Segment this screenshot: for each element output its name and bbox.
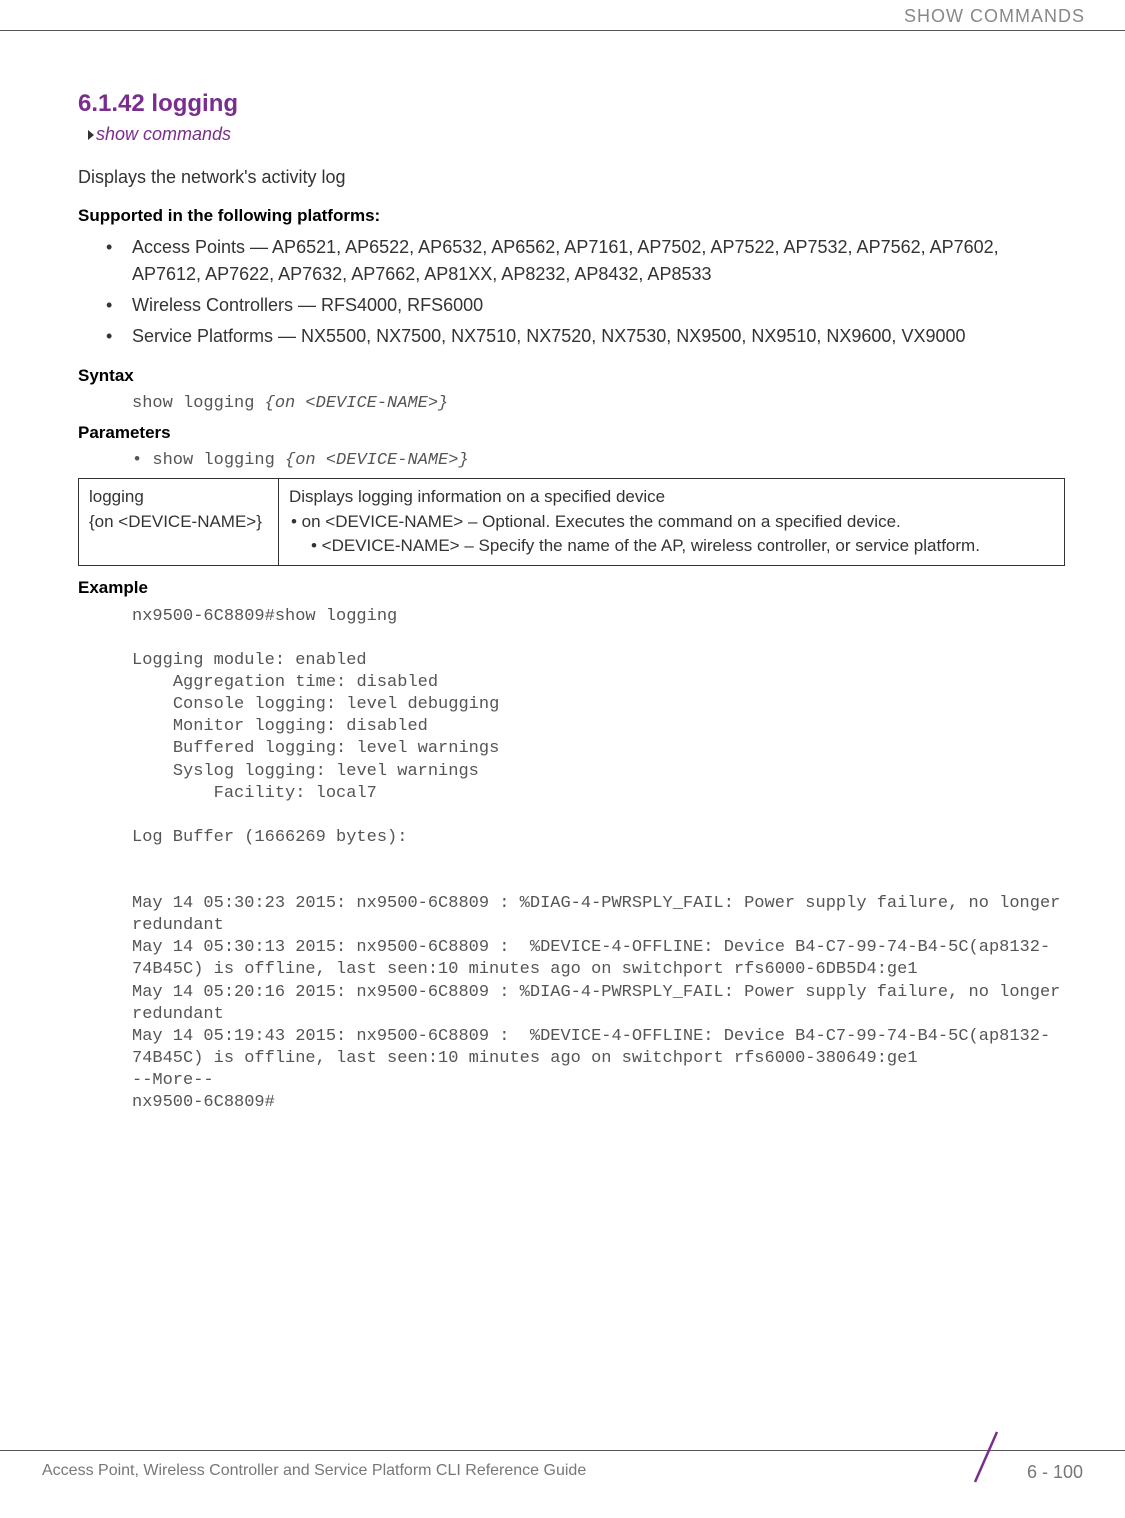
list-item: Access Points — AP6521, AP6522, AP6532, … bbox=[78, 234, 1065, 288]
table-row: logging {on <DEVICE-NAME>} Displays logg… bbox=[79, 479, 1065, 566]
param-italic: {on <DEVICE-NAME>} bbox=[285, 451, 469, 470]
syntax-static: show logging bbox=[132, 394, 265, 413]
footer-doc-title: Access Point, Wireless Controller and Se… bbox=[42, 1462, 586, 1480]
footer-page-number: 6 - 100 bbox=[1027, 1462, 1083, 1483]
breadcrumb: show commands bbox=[88, 124, 1065, 145]
param-args: {on <DEVICE-NAME>} bbox=[89, 510, 268, 535]
page-footer: Access Point, Wireless Controller and Se… bbox=[0, 1450, 1125, 1490]
section-heading: 6.1.42 logging bbox=[78, 90, 1065, 118]
param-name: logging bbox=[89, 485, 268, 510]
arrow-right-icon bbox=[88, 130, 94, 140]
example-output: nx9500-6C8809#show logging Logging modul… bbox=[132, 606, 1065, 1114]
param-sub2: • <DEVICE-NAME> – Specify the name of th… bbox=[311, 534, 1054, 559]
supported-platforms-heading: Supported in the following platforms: bbox=[78, 206, 1065, 226]
example-heading: Example bbox=[78, 578, 1065, 598]
syntax-heading: Syntax bbox=[78, 366, 1065, 386]
syntax-param: {on <DEVICE-NAME>} bbox=[265, 394, 449, 413]
table-cell-left: logging {on <DEVICE-NAME>} bbox=[79, 479, 279, 566]
header-rule bbox=[0, 30, 1125, 31]
syntax-command: show logging {on <DEVICE-NAME>} bbox=[132, 394, 1065, 413]
breadcrumb-text: show commands bbox=[96, 124, 231, 144]
header-category: SHOW COMMANDS bbox=[904, 6, 1085, 27]
parameters-heading: Parameters bbox=[78, 423, 1065, 443]
page-content: 6.1.42 logging show commands Displays th… bbox=[0, 32, 1125, 1114]
param-desc: Displays logging information on a specif… bbox=[289, 485, 1054, 510]
platform-list: Access Points — AP6521, AP6522, AP6532, … bbox=[78, 234, 1065, 350]
param-sub1: • on <DEVICE-NAME> – Optional. Executes … bbox=[291, 510, 1054, 535]
param-static: • show logging bbox=[132, 451, 285, 470]
parameter-table: logging {on <DEVICE-NAME>} Displays logg… bbox=[78, 478, 1065, 566]
list-item: Wireless Controllers — RFS4000, RFS6000 bbox=[78, 292, 1065, 319]
page-header: SHOW COMMANDS bbox=[0, 0, 1125, 32]
section-description: Displays the network's activity log bbox=[78, 167, 1065, 188]
list-item: Service Platforms — NX5500, NX7500, NX75… bbox=[78, 323, 1065, 350]
slash-divider-icon bbox=[965, 1428, 1007, 1491]
parameter-bullet: • show logging {on <DEVICE-NAME>} bbox=[132, 451, 1065, 470]
footer-rule bbox=[0, 1450, 1125, 1451]
table-cell-right: Displays logging information on a specif… bbox=[279, 479, 1065, 566]
